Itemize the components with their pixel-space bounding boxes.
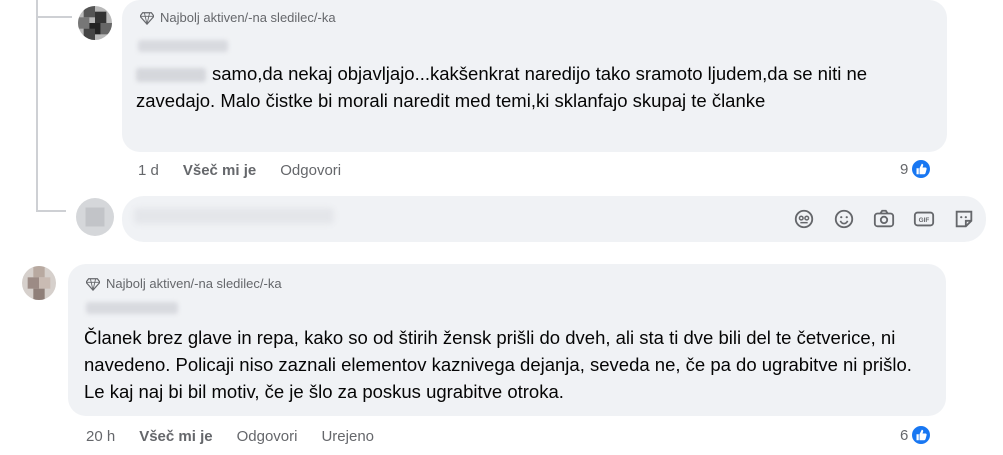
thread-line-top-connector xyxy=(36,16,72,18)
badge-label: Najbolj aktiven/-na sledilec/-ka xyxy=(160,10,336,25)
like-button[interactable]: Všeč mi je xyxy=(139,428,212,445)
comment-actions: 1 d Všeč mi je Odgovori xyxy=(138,162,365,179)
top-fan-badge: Najbolj aktiven/-na sledilec/-ka xyxy=(86,276,282,291)
composer-avatar xyxy=(76,198,114,236)
diamond-icon xyxy=(86,277,100,291)
scrollbar[interactable] xyxy=(997,0,1003,455)
like-button[interactable]: Všeč mi je xyxy=(183,162,256,179)
reply-input-redacted[interactable] xyxy=(134,208,334,224)
composer-toolbar: GIF xyxy=(792,207,976,231)
avatar[interactable] xyxy=(22,266,56,300)
reply-button[interactable]: Odgovori xyxy=(237,428,298,445)
pixelated-avatar-image xyxy=(22,266,56,300)
reaction-count: 9 xyxy=(900,160,909,178)
diamond-icon xyxy=(140,11,154,25)
comment-text: Članek brez glave in repa, kako so od št… xyxy=(84,327,912,402)
comment-age[interactable]: 1 d xyxy=(138,162,159,179)
pixelated-avatar-image xyxy=(78,6,112,40)
camera-icon[interactable] xyxy=(872,207,896,231)
emoji-icon[interactable] xyxy=(832,207,856,231)
avatar-sticker-icon[interactable] xyxy=(792,207,816,231)
sticker-icon[interactable] xyxy=(952,207,976,231)
blurred-avatar-image xyxy=(76,198,114,236)
like-reaction-icon xyxy=(910,158,933,180)
comment-bubble: Najbolj aktiven/-na sledilec/-ka Članek … xyxy=(68,264,946,416)
edited-label[interactable]: Urejeno xyxy=(321,428,374,445)
comment-actions: 20 h Všeč mi je Odgovori Urejeno xyxy=(86,428,374,445)
author-name-redacted[interactable] xyxy=(86,302,178,314)
reply-composer[interactable]: GIF xyxy=(122,196,986,242)
svg-text:GIF: GIF xyxy=(919,217,930,224)
author-name-redacted[interactable] xyxy=(138,40,228,52)
reaction-count: 6 xyxy=(900,426,909,444)
gif-icon[interactable]: GIF xyxy=(912,207,936,231)
comment-text: samo,da nekaj objavljajo...kakšenkrat na… xyxy=(136,63,868,111)
top-fan-badge: Najbolj aktiven/-na sledilec/-ka xyxy=(140,10,336,25)
mention-redacted[interactable] xyxy=(136,68,206,83)
reply-button[interactable]: Odgovori xyxy=(280,162,341,179)
like-reaction-icon xyxy=(910,424,933,446)
reaction-summary[interactable]: 6 xyxy=(900,424,933,446)
reaction-summary[interactable]: 9 xyxy=(900,158,933,180)
comment-age[interactable]: 20 h xyxy=(86,428,115,445)
thread-line-horizontal xyxy=(36,210,66,212)
comment-bubble: Najbolj aktiven/-na sledilec/-ka samo,da… xyxy=(122,0,947,152)
avatar[interactable] xyxy=(78,6,112,40)
badge-label: Najbolj aktiven/-na sledilec/-ka xyxy=(106,276,282,291)
thread-line-vertical xyxy=(36,0,38,212)
